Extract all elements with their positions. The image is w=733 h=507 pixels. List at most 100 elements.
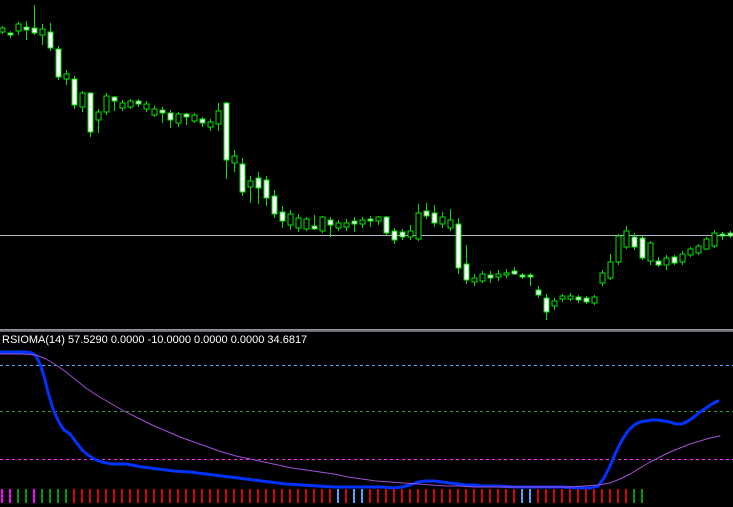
candle-body [151,108,158,116]
histogram-bar [265,489,267,503]
histogram-bar [121,489,123,503]
histogram-bar [433,489,435,503]
histogram-bar [377,489,379,503]
candle-body [607,261,614,279]
candle-body [47,31,54,49]
candle-body [703,238,710,250]
candle-body [263,179,270,199]
candle-body [583,297,590,303]
histogram-bar [193,489,195,503]
histogram-bar [137,489,139,503]
candle-body [575,296,582,301]
histogram-bar [145,489,147,503]
candle-body [423,210,430,217]
candle-body [79,92,86,108]
histogram-bar [329,489,331,503]
candle-body [639,237,646,259]
histogram-bar [441,489,443,503]
panel-separator[interactable] [0,329,733,332]
candle-body [183,113,190,118]
histogram-bar [1,489,3,503]
histogram-bar [425,489,427,503]
chart-canvas[interactable] [0,0,733,507]
histogram-bar [409,489,411,503]
candle-body [503,272,510,276]
candle-body [391,230,398,241]
histogram-bar [353,489,355,503]
rsioma-main-line [0,350,720,490]
histogram-bar [241,489,243,503]
histogram-bar [281,489,283,503]
histogram-bar [457,489,459,503]
candle-body [631,236,638,248]
candle-body [511,270,518,275]
candle-body [239,163,246,193]
histogram-bar [345,489,347,503]
candle-body [71,78,78,106]
candle-body [223,102,230,161]
histogram-bar [393,489,395,503]
candle-body [479,273,486,282]
candle-body [143,103,150,110]
histogram-bar [17,489,19,503]
histogram-bar [497,489,499,503]
histogram-bar [25,489,27,503]
histogram-bar [465,489,467,503]
histogram-bar [249,489,251,503]
candle-body [551,300,558,307]
candle-body [311,225,318,230]
candle-body [519,274,526,278]
histogram-bar [561,489,563,503]
histogram-bar [585,489,587,503]
candle-body [0,27,6,33]
candle-body [95,111,102,121]
histogram-bar [177,489,179,503]
histogram-bar [481,489,483,503]
histogram-bar [505,489,507,503]
candle-body [711,232,718,247]
histogram-bar [209,489,211,503]
histogram-bar [321,489,323,503]
candle-body [567,295,574,300]
candle-body [407,230,414,238]
candle-body [343,222,350,228]
histogram-bar [473,489,475,503]
candle-body [471,277,478,283]
histogram-bar [185,489,187,503]
candle-body [215,110,222,125]
histogram-bar [57,489,59,503]
histogram-bar [369,489,371,503]
candle-body [55,48,62,78]
candle-body [191,114,198,122]
histogram-bar [97,489,99,503]
candle-body [655,260,662,266]
histogram-bar [257,489,259,503]
candle-body [687,248,694,256]
candle-body [207,121,214,128]
histogram-bar [161,489,163,503]
histogram-bar [105,489,107,503]
histogram-bar [9,489,11,503]
candle-body [39,28,46,36]
candle-body [287,213,294,226]
histogram-bar [33,489,35,503]
candle-body [623,230,630,248]
histogram-bar [89,489,91,503]
candle-body [159,109,166,114]
histogram-bar [361,489,363,503]
candle-body [359,219,366,225]
histogram-bar [233,489,235,503]
candle-body [719,233,726,237]
candle-body [167,112,174,121]
candle-body [415,212,422,240]
histogram-bar [553,489,555,503]
histogram-bar [113,489,115,503]
histogram-bar [417,489,419,503]
histogram-bar [577,489,579,503]
candle-body [487,274,494,279]
histogram-bar [593,489,595,503]
candle-body [319,216,326,232]
histogram-bar [129,489,131,503]
indicator-label: RSIOMA(14) 57.5290 0.0000 -10.0000 0.000… [2,334,308,346]
histogram-bar [617,489,619,503]
